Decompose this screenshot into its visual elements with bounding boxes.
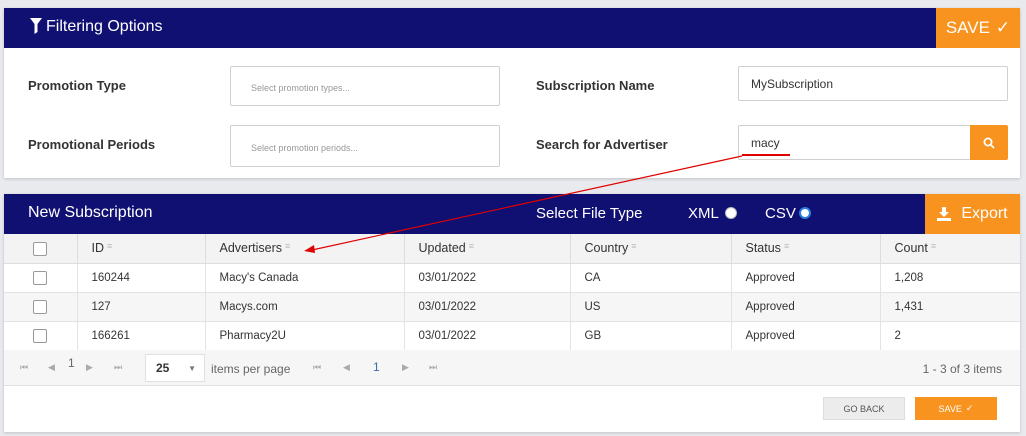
csv-radio[interactable]	[799, 207, 811, 219]
column-label: Updated	[418, 241, 466, 256]
promotional-periods-select[interactable]	[230, 125, 500, 167]
column-label: Status	[745, 241, 781, 256]
page-size-select[interactable]: 25 ▼	[145, 354, 205, 382]
cell-updated: 03/01/2022	[404, 292, 571, 322]
column-label: ID	[91, 241, 105, 256]
row-select-cell	[4, 263, 78, 293]
xml-radio[interactable]	[725, 207, 737, 219]
promotional-periods-label: Promotional Periods	[28, 137, 156, 152]
annotation-underline	[742, 154, 790, 156]
last-page-icon[interactable]: ⏭	[114, 362, 122, 373]
column-label: Advertisers	[219, 241, 283, 256]
export-label: Export	[961, 205, 1008, 222]
page-size-value: 25	[156, 361, 170, 375]
cell-id: 160244	[77, 263, 206, 293]
cell-country: CA	[570, 263, 732, 293]
sort-icon: ≡	[783, 241, 790, 252]
xml-option-label: XML	[688, 205, 719, 222]
cell-status: Approved	[731, 292, 881, 322]
row-checkbox[interactable]	[33, 299, 48, 314]
save-button-label: SAVE	[938, 403, 962, 414]
select-all-cell	[4, 234, 78, 264]
last-page-icon[interactable]: ⏭	[429, 362, 437, 373]
search-icon	[983, 137, 995, 149]
cell-updated: 03/01/2022	[404, 263, 571, 293]
csv-option-label: CSV	[765, 205, 796, 222]
row-checkbox[interactable]	[33, 328, 48, 343]
select-all-checkbox[interactable]	[33, 241, 48, 256]
cell-country: US	[570, 292, 732, 322]
cell-status: Approved	[731, 321, 881, 351]
new-subscription-header: New Subscription Select File Type XML CS…	[4, 194, 925, 234]
new-subscription-title: New Subscription	[28, 204, 153, 221]
cell-id: 127	[77, 292, 206, 322]
table-row[interactable]: 160244 Macy's Canada 03/01/2022 CA Appro…	[4, 263, 1020, 293]
file-type-label: Select File Type	[536, 205, 643, 222]
next-page-icon[interactable]: ▶	[402, 362, 409, 373]
column-label: Count	[894, 241, 928, 256]
subscription-name-input[interactable]	[738, 66, 1008, 101]
column-header-id[interactable]: ID ≡	[77, 234, 206, 264]
sort-icon: ≡	[468, 241, 475, 252]
export-button[interactable]: Export	[925, 194, 1020, 234]
first-page-icon[interactable]: ⏮	[313, 362, 321, 373]
row-select-cell	[4, 292, 78, 322]
new-subscription-panel: New Subscription Select File Type XML CS…	[4, 194, 1020, 432]
sort-icon: ≡	[107, 241, 113, 252]
cell-count: 1,431	[880, 292, 1020, 322]
prev-page-icon[interactable]: ◀	[343, 362, 350, 373]
row-select-cell	[4, 321, 78, 351]
column-header-country[interactable]: Country ≡	[570, 234, 732, 264]
column-header-status[interactable]: Status ≡	[731, 234, 881, 264]
sort-icon: ≡	[930, 241, 937, 252]
save-button-bottom[interactable]: SAVE ✓	[915, 397, 997, 420]
advertiser-search-label: Search for Advertiser	[536, 137, 668, 152]
checkmark-icon: ✓	[965, 403, 974, 413]
table-row[interactable]: 166261 Pharmacy2U 03/01/2022 GB Approved…	[4, 321, 1020, 351]
column-label: Country	[584, 241, 629, 256]
filtering-options-title: Filtering Options	[46, 18, 163, 35]
next-page-icon[interactable]: ▶	[86, 362, 93, 373]
chevron-down-icon: ▼	[188, 364, 196, 373]
go-back-button[interactable]: GO BACK	[823, 397, 905, 420]
cell-advertiser: Macys.com	[205, 292, 405, 322]
cell-count: 1,208	[880, 263, 1020, 293]
row-checkbox[interactable]	[33, 270, 48, 285]
column-header-updated[interactable]: Updated ≡	[404, 234, 571, 264]
pager: ⏮ ◀ 1 ▶ ⏭ 25 ▼ items per page ⏮ ◀ 1 ▶ ⏭ …	[4, 350, 1020, 386]
cell-updated: 03/01/2022	[404, 321, 571, 351]
advertiser-search-button[interactable]	[970, 125, 1008, 160]
table-header-row: ID ≡ Advertisers ≡ Updated ≡ Country ≡ Statu…	[4, 234, 1020, 264]
page-number-current[interactable]: 1	[373, 360, 380, 374]
cell-status: Approved	[731, 263, 881, 293]
page-number-left[interactable]: 1	[68, 356, 75, 370]
go-back-label: GO BACK	[843, 403, 885, 414]
sort-icon: ≡	[285, 241, 291, 252]
save-button-label: SAVE	[945, 18, 990, 37]
checkmark-icon: ✓	[995, 18, 1011, 37]
filtering-options-panel: Filtering Options SAVE ✓ Promotion Type …	[4, 8, 1020, 178]
filter-icon	[30, 18, 42, 34]
prev-page-icon[interactable]: ◀	[48, 362, 55, 373]
cell-advertiser: Macy's Canada	[205, 263, 405, 293]
items-per-page-label: items per page	[211, 362, 291, 376]
cell-count: 2	[880, 321, 1020, 351]
download-icon	[937, 207, 952, 221]
promotion-type-select[interactable]	[230, 66, 500, 106]
first-page-icon[interactable]: ⏮	[20, 362, 28, 373]
cell-id: 166261	[77, 321, 206, 351]
subscription-name-label: Subscription Name	[536, 78, 655, 93]
advertisers-table: ID ≡ Advertisers ≡ Updated ≡ Country ≡ Statu…	[4, 234, 1020, 351]
promotion-type-label: Promotion Type	[28, 78, 126, 93]
column-header-count[interactable]: Count ≡	[880, 234, 1020, 264]
pager-summary: 1 - 3 of 3 items	[922, 362, 1002, 376]
table-row[interactable]: 127 Macys.com 03/01/2022 US Approved 1,4…	[4, 292, 1020, 322]
cell-country: GB	[570, 321, 732, 351]
cell-advertiser: Pharmacy2U	[205, 321, 405, 351]
filtering-options-header: Filtering Options	[4, 8, 936, 48]
sort-icon: ≡	[631, 241, 637, 252]
column-header-advertisers[interactable]: Advertisers ≡	[205, 234, 405, 264]
save-button-top[interactable]: SAVE ✓	[936, 8, 1020, 48]
